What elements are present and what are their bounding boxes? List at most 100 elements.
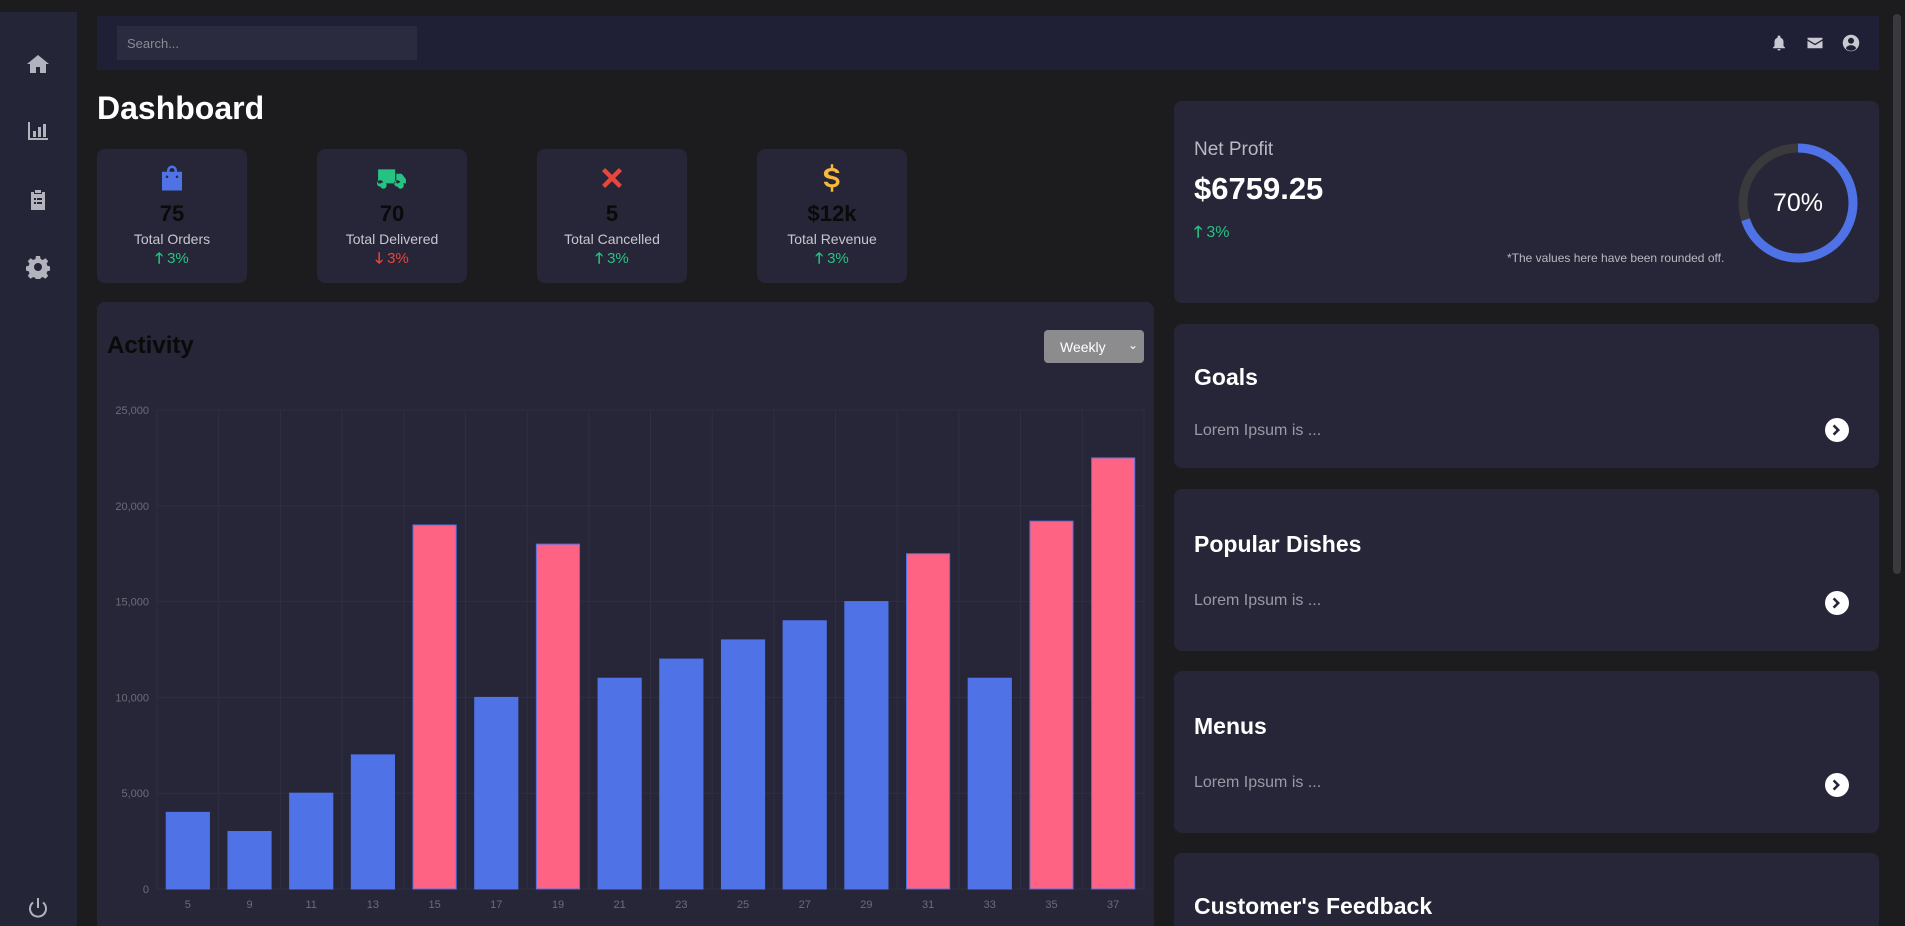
x-tick-label: 15 — [428, 899, 440, 911]
chart-bar — [906, 553, 951, 890]
y-tick-label: 0 — [143, 884, 149, 896]
goals-title: Goals — [1194, 364, 1258, 390]
chart-bar — [350, 754, 395, 890]
stat-change: 🡑 3% — [595, 250, 629, 267]
chart-bar — [1091, 457, 1136, 890]
chart-bar — [967, 677, 1012, 890]
chart-bar — [289, 792, 334, 890]
chart-bar — [1029, 520, 1074, 890]
bell-icon[interactable] — [1770, 34, 1788, 52]
activity-chart: 0 5,000 10,000 15,000 20,000 25,000 5 9 11 13 15 17… — [115, 405, 1145, 911]
home-icon[interactable] — [24, 50, 52, 78]
bar-chart-icon[interactable] — [24, 117, 52, 145]
net-profit-card: Net Profit $6759.25 🡑 3% *The values here… — [1174, 101, 1879, 303]
arrow-up-icon: 🡑 — [815, 250, 824, 267]
envelope-icon[interactable] — [1806, 34, 1824, 52]
scrollbar-thumb[interactable] — [1893, 14, 1901, 574]
stat-card-revenue: $12k Total Revenue 🡑 3% — [757, 149, 907, 283]
goals-card: Goals Lorem Ipsum is ... — [1174, 324, 1879, 468]
arrow-up-icon: 🡑 — [155, 250, 164, 267]
menus-card: Menus Lorem Ipsum is ... — [1174, 671, 1879, 833]
x-tick-label: 27 — [799, 899, 811, 911]
y-tick-label: 25,000 — [115, 405, 149, 417]
profit-gauge: 70% — [1736, 141, 1860, 265]
x-tick-label: 25 — [737, 899, 749, 911]
stat-change: 🡓 3% — [375, 250, 409, 267]
x-tick-label: 37 — [1107, 899, 1119, 911]
y-tick-label: 10,000 — [115, 692, 149, 704]
gauge-label: 70% — [1772, 188, 1824, 217]
stat-card-cancelled: 5 Total Cancelled 🡑 3% — [537, 149, 687, 283]
stat-value: 75 — [159, 201, 185, 226]
stat-card-orders: 75 Total Orders 🡑 3% — [97, 149, 247, 283]
arrow-up-icon: 🡑 — [595, 250, 604, 267]
net-profit-value: $6759.25 — [1194, 171, 1324, 206]
x-tick-label: 21 — [614, 899, 626, 911]
chart-bar — [535, 543, 581, 890]
shopping-bag-icon — [157, 163, 187, 193]
search-input[interactable] — [117, 26, 417, 60]
y-tick-label: 20,000 — [115, 501, 149, 513]
stat-label: Total Delivered — [345, 231, 439, 247]
stat-label: Total Cancelled — [564, 231, 660, 247]
x-tick-label: 19 — [552, 899, 564, 911]
chart-bar — [720, 639, 766, 890]
popular-dishes-card: Popular Dishes Lorem Ipsum is ... — [1174, 489, 1879, 651]
x-tick-label: 9 — [246, 899, 252, 911]
stat-change: 🡑 3% — [815, 250, 849, 267]
gear-icon[interactable] — [24, 253, 52, 281]
x-tick-label: 11 — [306, 899, 317, 911]
x-mark-icon — [597, 163, 627, 193]
stat-change: 🡑 3% — [155, 250, 189, 267]
stat-value: 70 — [379, 201, 405, 226]
x-tick-label: 33 — [984, 899, 996, 911]
x-tick-label: 5 — [185, 899, 191, 911]
stat-value: $12k — [807, 201, 857, 226]
popular-dishes-text: Lorem Ipsum is ... — [1194, 592, 1322, 609]
chart-bar — [474, 696, 519, 890]
dollar-icon — [817, 163, 847, 193]
x-tick-label: 17 — [490, 899, 502, 911]
power-icon[interactable] — [24, 894, 52, 922]
chart-bar — [659, 658, 704, 890]
truck-icon — [377, 163, 407, 193]
x-tick-label: 35 — [1045, 899, 1057, 911]
clipboard-icon[interactable] — [24, 186, 52, 214]
top-bar — [97, 16, 1879, 70]
stat-label: Total Revenue — [787, 231, 877, 247]
page-scrollbar[interactable] — [1888, 0, 1905, 926]
net-profit-change: 🡑 3% — [1194, 224, 1230, 241]
chart-bar — [782, 620, 827, 890]
arrow-down-icon: 🡓 — [375, 250, 384, 267]
rounding-note: *The values here have been rounded off. — [1507, 251, 1725, 265]
chevron-right-circle-icon[interactable] — [1825, 591, 1849, 615]
x-tick-label: 23 — [675, 899, 687, 911]
menus-title: Menus — [1194, 713, 1267, 739]
chart-bar — [165, 811, 210, 890]
stat-label: Total Orders — [133, 231, 211, 247]
chevron-right-circle-icon[interactable] — [1825, 418, 1849, 442]
y-tick-label: 15,000 — [115, 597, 149, 609]
x-tick-label: 31 — [922, 899, 934, 911]
customer-feedback-title: Customer's Feedback — [1194, 893, 1433, 919]
stat-card-delivered: 70 Total Delivered 🡓 3% — [317, 149, 467, 283]
chart-bar — [227, 831, 272, 890]
menus-text: Lorem Ipsum is ... — [1194, 774, 1322, 791]
customer-feedback-card: Customer's Feedback — [1174, 853, 1879, 926]
stat-value: 5 — [605, 201, 619, 226]
popular-dishes-title: Popular Dishes — [1194, 531, 1362, 557]
chart-bar — [844, 601, 889, 890]
chevron-right-circle-icon[interactable] — [1825, 773, 1849, 797]
y-tick-label: 5,000 — [121, 788, 149, 800]
chart-bar — [597, 677, 642, 890]
page-title: Dashboard — [97, 90, 265, 126]
goals-text: Lorem Ipsum is ... — [1194, 422, 1322, 439]
x-tick-label: 13 — [367, 899, 379, 911]
x-tick-label: 29 — [860, 899, 872, 911]
activity-panel: Activity Weekly ⌄ 0 5,000 10,000 15,000 20,0… — [97, 302, 1154, 926]
sidebar — [0, 12, 77, 926]
net-profit-label: Net Profit — [1194, 139, 1274, 160]
chart-bar — [412, 524, 457, 890]
user-circle-icon[interactable] — [1842, 34, 1860, 52]
arrow-up-icon: 🡑 — [1194, 224, 1203, 241]
